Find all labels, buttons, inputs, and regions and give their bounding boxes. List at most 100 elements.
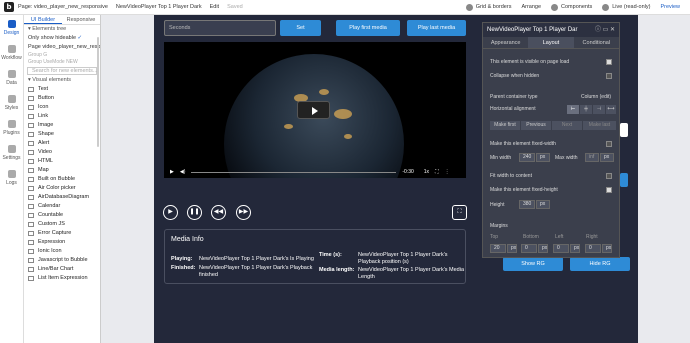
play-first-media-button[interactable]: Play first media	[336, 20, 400, 36]
element-item[interactable]: Map	[24, 166, 100, 175]
element-item[interactable]: Button	[24, 94, 100, 103]
max-width-unit-select[interactable]: px	[600, 153, 614, 162]
element-item[interactable]: Line/Bar Chart	[24, 265, 100, 274]
arrange-menu[interactable]: Arrange	[521, 4, 541, 10]
element-item[interactable]: Video	[24, 148, 100, 157]
play-icon[interactable]: ▶	[170, 169, 174, 175]
tree-page-row[interactable]: Page video_player_new_resp...	[24, 43, 100, 52]
element-item[interactable]: Image	[24, 121, 100, 130]
element-search-input[interactable]: Search for new elements...	[27, 67, 97, 75]
align-left-icon[interactable]: ⊢	[567, 105, 579, 114]
volume-icon[interactable]: ◀)	[180, 169, 186, 175]
seek-bar[interactable]	[191, 171, 397, 173]
panel-scrollbar[interactable]	[97, 37, 99, 147]
element-item[interactable]: Error Capture	[24, 229, 100, 238]
element-item[interactable]: Built on Bubble	[24, 175, 100, 184]
element-item[interactable]: Air Color picker	[24, 184, 100, 193]
element-item[interactable]: Icon	[24, 103, 100, 112]
editor-actions[interactable]: ⓘ ▭ ✕	[595, 23, 615, 37]
bubble-logo[interactable]: b	[4, 2, 14, 12]
fit-width-checkbox[interactable]	[606, 173, 612, 179]
margin-top-input[interactable]: 20	[490, 244, 506, 253]
make-first-button[interactable]: Make first	[490, 121, 520, 130]
only-hideable-checkbox[interactable]: Only show hideable ✓	[24, 34, 100, 43]
align-right-icon[interactable]: ⊣	[593, 105, 605, 114]
tab-appearance[interactable]: Appearance	[483, 37, 528, 48]
margin-bottom-unit[interactable]: px	[538, 244, 548, 253]
fullscreen-icon[interactable]: ⛶	[435, 169, 439, 175]
margin-top-unit[interactable]: px	[507, 244, 517, 253]
page-selector[interactable]: Page: video_player_new_responsive	[18, 4, 108, 10]
height-input[interactable]: 380	[519, 200, 535, 209]
align-stretch-icon[interactable]: ⟷	[606, 105, 616, 114]
element-item[interactable]: Calendar	[24, 202, 100, 211]
fixed-width-checkbox[interactable]	[606, 141, 612, 147]
margin-bottom-input[interactable]: 0	[521, 244, 537, 253]
element-type-icon	[28, 177, 34, 182]
element-item[interactable]: HTML	[24, 157, 100, 166]
play-control-icon[interactable]: ▶	[163, 205, 178, 220]
nav-data[interactable]: Data	[0, 65, 23, 90]
tab-responsive[interactable]: Responsive	[62, 15, 100, 24]
tab-conditional[interactable]: Conditional	[574, 37, 619, 48]
big-play-icon[interactable]	[297, 101, 330, 119]
tree-group-usemode[interactable]: Group UseMode NEW	[24, 59, 100, 66]
margin-left-input[interactable]: 0	[553, 244, 569, 253]
fixed-height-checkbox[interactable]	[606, 187, 612, 193]
nav-workflow[interactable]: Workflow	[0, 40, 23, 65]
nav-logs[interactable]: Logs	[0, 165, 23, 190]
element-item[interactable]: AirDatabaseDiagram	[24, 193, 100, 202]
margin-right-unit[interactable]: px	[602, 244, 612, 253]
next-button[interactable]: Next	[552, 121, 582, 130]
speed-button[interactable]: 1x	[424, 169, 429, 175]
parent-type-value[interactable]: Column (edit)	[581, 94, 611, 100]
edit-menu[interactable]: Edit	[210, 4, 219, 10]
visible-on-load-checkbox[interactable]	[606, 59, 612, 65]
height-unit-select[interactable]: px	[536, 200, 550, 209]
margin-right-input[interactable]: 0	[585, 244, 601, 253]
rewind-control-icon[interactable]: ◀◀	[211, 205, 226, 220]
visual-elements-toggle[interactable]: ▾ Visual elements	[24, 76, 100, 85]
element-item[interactable]: Custom JS	[24, 220, 100, 229]
forward-control-icon[interactable]: ▶▶	[236, 205, 251, 220]
nav-plugins[interactable]: Plugins	[0, 115, 23, 140]
element-item[interactable]: List Item Expression	[24, 274, 100, 283]
element-item[interactable]: Shape	[24, 130, 100, 139]
element-selector[interactable]: NewVideoPlayer Top 1 Player Dark	[116, 4, 202, 10]
element-item[interactable]: Countable	[24, 211, 100, 220]
tab-ui-builder[interactable]: UI Builder	[24, 15, 62, 24]
elements-tree-toggle[interactable]: ▾ Elements tree	[24, 25, 100, 34]
collapse-hidden-checkbox[interactable]	[606, 73, 612, 79]
more-icon[interactable]: ⋮	[445, 169, 450, 175]
element-item[interactable]: Ionic Icon	[24, 247, 100, 256]
live-menu[interactable]: Live (read-only)	[602, 3, 650, 11]
set-button[interactable]: Set	[280, 20, 321, 36]
tree-group-g[interactable]: Group G	[24, 52, 100, 59]
nav-settings[interactable]: Settings	[0, 140, 23, 165]
make-last-button[interactable]: Make last	[583, 121, 616, 130]
element-item[interactable]: Text	[24, 85, 100, 94]
margin-left-unit[interactable]: px	[570, 244, 580, 253]
play-last-media-button[interactable]: Play last media	[407, 20, 466, 36]
components-menu[interactable]: Components	[551, 3, 592, 11]
tab-layout[interactable]: Layout	[528, 37, 574, 48]
min-width-unit-select[interactable]: px	[536, 153, 550, 162]
video-player[interactable]: ▶ ◀) -0:30 1x ⛶ ⋮	[164, 42, 466, 178]
previous-button[interactable]: Previous	[521, 121, 551, 130]
element-item[interactable]: Link	[24, 112, 100, 121]
align-center-icon[interactable]: ╪	[580, 105, 592, 114]
fullscreen-control-icon[interactable]: ⛶	[452, 205, 467, 220]
nav-design[interactable]: Design	[0, 15, 23, 40]
element-item[interactable]: Alert	[24, 139, 100, 148]
seconds-input[interactable]: Seconds	[164, 20, 276, 36]
preview-button[interactable]: Preview	[660, 4, 680, 10]
min-width-input[interactable]: 240	[519, 153, 535, 162]
show-rg-button[interactable]: Show RG	[503, 257, 563, 271]
grid-borders-menu[interactable]: Grid & borders	[465, 3, 511, 11]
hide-rg-button[interactable]: Hide RG	[570, 257, 630, 271]
element-item[interactable]: Expression	[24, 238, 100, 247]
max-width-input[interactable]: inf	[585, 153, 599, 162]
nav-styles[interactable]: Styles	[0, 90, 23, 115]
pause-control-icon[interactable]: ❚❚	[187, 205, 202, 220]
element-item[interactable]: Javascript to Bubble	[24, 256, 100, 265]
